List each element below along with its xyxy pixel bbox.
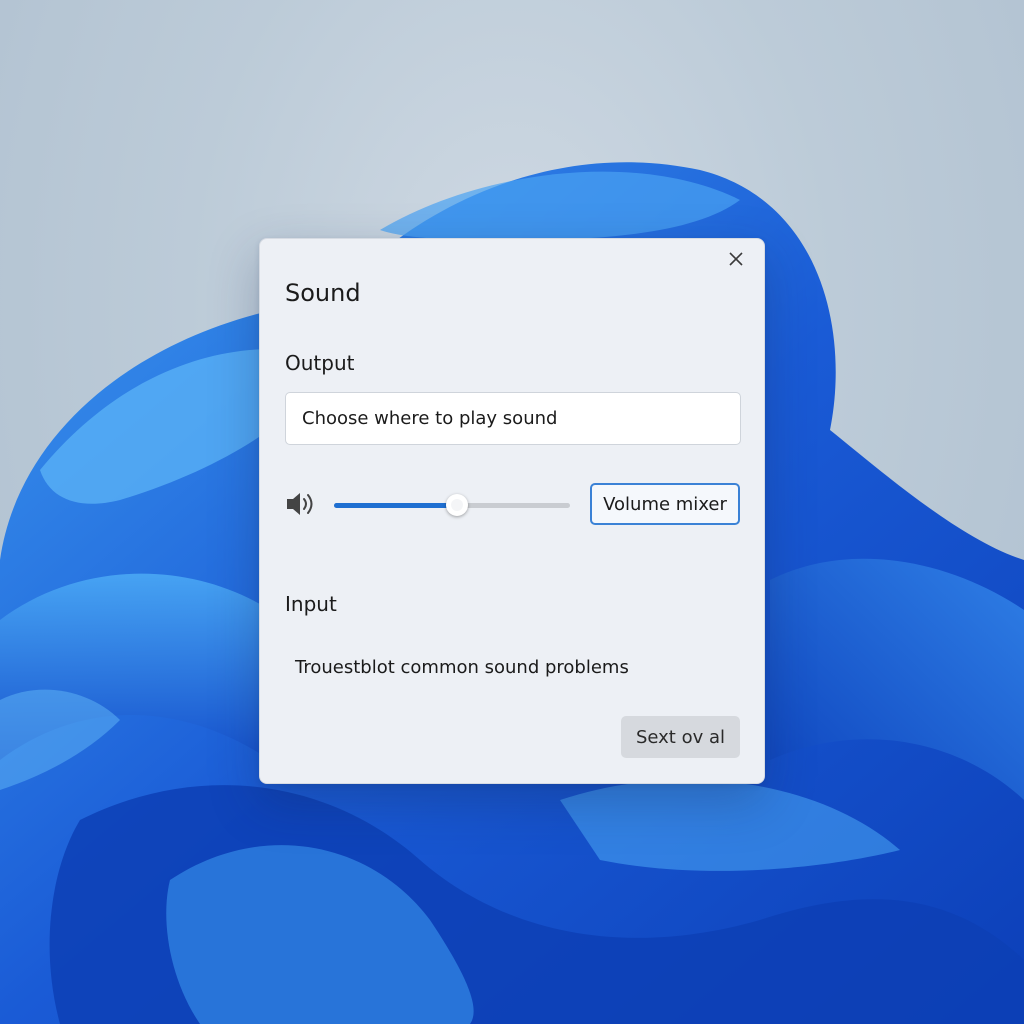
close-icon xyxy=(729,252,743,266)
speaker-icon[interactable] xyxy=(285,489,319,519)
volume-slider-thumb[interactable] xyxy=(445,494,468,516)
volume-slider[interactable] xyxy=(334,494,570,516)
close-button[interactable] xyxy=(720,243,752,275)
volume-mixer-button[interactable]: Volume mixer xyxy=(590,483,740,525)
sound-dialog: Sound Output Choose where to play sound … xyxy=(259,238,765,784)
troubleshoot-link[interactable]: Trouestblot common sound problems xyxy=(295,657,629,678)
input-section-label: Input xyxy=(285,592,337,616)
volume-slider-fill xyxy=(334,503,457,508)
dialog-title: Sound xyxy=(285,279,361,307)
output-section-label: Output xyxy=(285,351,355,375)
output-device-select[interactable]: Choose where to play sound xyxy=(285,392,741,445)
secondary-button[interactable]: Sext ov al xyxy=(621,716,740,758)
output-device-select-text: Choose where to play sound xyxy=(302,408,558,429)
